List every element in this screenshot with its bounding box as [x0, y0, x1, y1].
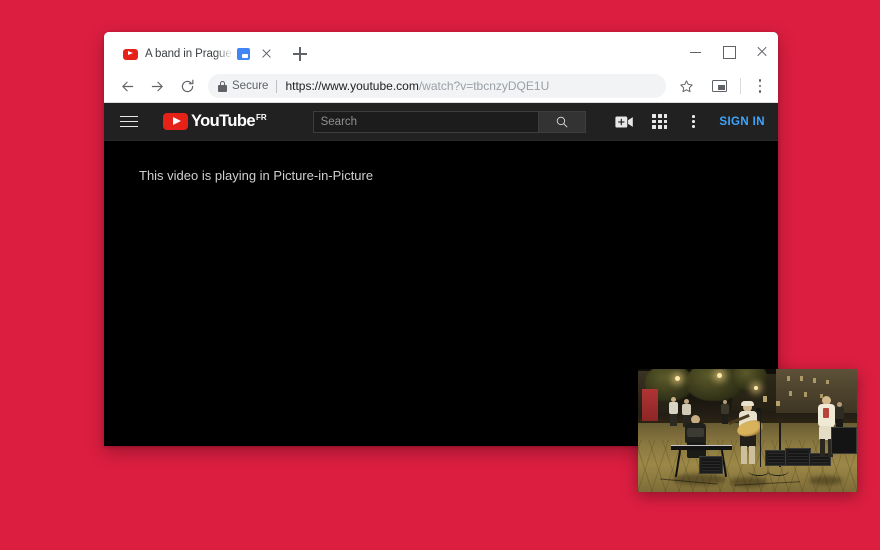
youtube-logo-text: YouTube	[191, 112, 256, 130]
search-bar	[312, 110, 586, 133]
address-bar-url: https://www.youtube.com/watch?v=tbcnzyDQ…	[285, 79, 656, 93]
hamburger-menu-icon[interactable]	[120, 112, 140, 132]
lit-window	[804, 392, 808, 398]
picture-in-picture-active-icon	[237, 48, 250, 60]
star-icon[interactable]	[673, 73, 699, 99]
lit-window	[762, 396, 767, 403]
hat	[740, 400, 754, 406]
toolbar-divider	[740, 78, 741, 94]
close-icon[interactable]	[258, 46, 274, 62]
youtube-header-actions: SIGN IN	[615, 114, 765, 130]
three-dot-menu-icon[interactable]	[748, 72, 772, 100]
figure-shadow	[808, 476, 842, 485]
browser-toolbar: Secure https://www.youtube.com/watch?v=t…	[104, 70, 778, 103]
amplifier	[699, 456, 724, 474]
apps-grid-icon[interactable]	[652, 114, 668, 129]
search-input[interactable]	[312, 110, 538, 133]
pip-message: This video is playing in Picture-in-Pict…	[139, 168, 374, 183]
youtube-header: YouTube FR Search SIGN IN	[104, 103, 778, 141]
tab-title: A band in Prague sings th	[145, 48, 235, 60]
back-arrow-icon[interactable]	[112, 71, 142, 101]
minimize-icon[interactable]	[679, 36, 712, 66]
url-host: https://www.youtube.com	[285, 79, 419, 93]
shirt-logo	[822, 408, 829, 419]
street-poster	[642, 388, 658, 421]
lit-window	[786, 376, 790, 382]
lit-window	[826, 380, 830, 385]
vertical-three-dot-icon[interactable]	[685, 114, 701, 130]
search-icon	[556, 116, 567, 127]
video-camera-plus-icon[interactable]	[615, 115, 634, 129]
amplifier	[765, 450, 787, 467]
forward-arrow-icon[interactable]	[142, 71, 172, 101]
security-label: Secure	[232, 80, 269, 92]
youtube-logo[interactable]: YouTube FR	[163, 113, 267, 130]
equipment-case	[830, 426, 857, 454]
amplifier	[784, 447, 811, 467]
street-lamp	[716, 372, 722, 378]
search-button[interactable]	[537, 110, 586, 133]
youtube-favicon	[122, 46, 138, 62]
lit-window	[789, 391, 793, 397]
tree	[732, 369, 768, 390]
lit-window	[800, 376, 804, 382]
browser-tab[interactable]: A band in Prague sings th	[112, 38, 280, 70]
sign-in-button[interactable]: SIGN IN	[719, 116, 765, 128]
tab-strip: A band in Prague sings th	[104, 32, 778, 70]
lit-window	[813, 377, 817, 383]
youtube-play-icon	[163, 113, 188, 130]
window-controls	[679, 32, 778, 70]
plus-icon[interactable]	[286, 40, 314, 68]
lit-window	[775, 400, 780, 406]
maximize-icon[interactable]	[712, 36, 745, 66]
youtube-logo-superscript: FR	[255, 113, 267, 122]
microphone-stand	[759, 409, 762, 468]
picture-in-picture-icon[interactable]	[705, 72, 733, 100]
close-icon[interactable]	[745, 36, 778, 66]
omnibox-divider	[276, 79, 278, 93]
video-frame	[638, 369, 857, 492]
reload-icon[interactable]	[172, 71, 202, 101]
address-bar[interactable]: Secure https://www.youtube.com/watch?v=t…	[208, 74, 666, 98]
url-path: /watch?v=tbcnzyDQE1U	[418, 79, 550, 93]
lock-icon	[218, 80, 227, 92]
picture-in-picture-video[interactable]	[638, 369, 857, 492]
